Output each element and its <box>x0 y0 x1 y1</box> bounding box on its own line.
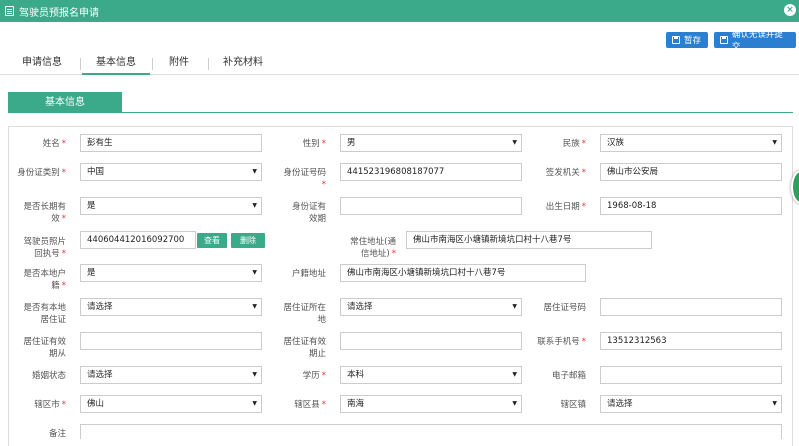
longterm-select[interactable]: 是 <box>80 197 262 215</box>
resfrom-field[interactable] <box>80 332 262 350</box>
localhukou-select[interactable]: 是 <box>80 264 262 282</box>
receipt-label-line2: 回执号 * <box>34 249 66 259</box>
save-draft-label: 暂存 <box>684 36 702 46</box>
issuer-field[interactable]: 佛山市公安局 <box>600 163 782 181</box>
form-icon <box>5 6 14 16</box>
phone-label: 联系手机号 * <box>537 337 586 347</box>
marital-select[interactable]: 请选择 <box>80 366 262 384</box>
idno-required: * <box>321 180 326 190</box>
resto-label: 居住证有效 <box>283 337 326 347</box>
idvalid-label-line2: 效期 <box>308 214 326 224</box>
submit-button[interactable]: 确认无误并提交 <box>714 30 796 52</box>
name-field[interactable]: 彭有生 <box>80 134 262 152</box>
close-icon[interactable]: × <box>784 4 796 16</box>
localres-select[interactable]: 请选择 <box>80 298 262 316</box>
city-label: 辖区市 * <box>34 400 66 410</box>
localhukou-label-line2: 籍 * <box>51 281 66 291</box>
addr-field[interactable]: 佛山市南海区小塘镇新境坑口村十八巷7号 <box>406 231 652 249</box>
ethnic-label: 民族 * <box>562 139 586 149</box>
resno-label: 居住证号码 <box>543 303 586 313</box>
ethnic-select[interactable]: 汉族 <box>600 134 782 152</box>
birth-label: 出生日期 * <box>545 202 586 212</box>
gender-select[interactable]: 男 <box>340 134 522 152</box>
longterm-label: 是否长期有 <box>23 202 66 212</box>
save-icon <box>672 36 680 44</box>
county-label: 辖区县 * <box>294 400 326 410</box>
idtype-label: 身份证类别 * <box>17 168 66 178</box>
resplace-label: 居住证所在 <box>283 303 326 313</box>
save-draft-button[interactable]: 暂存 <box>666 32 708 48</box>
town-select[interactable]: 请选择 <box>600 395 782 413</box>
window-titlebar: 驾驶员预报名申请 × <box>0 0 799 22</box>
edu-label: 学历 * <box>302 371 326 381</box>
note-label: 备注 <box>48 429 66 439</box>
addr-label: 常住地址(通 <box>350 237 396 247</box>
section-title: 基本信息 <box>8 92 122 113</box>
note-field[interactable] <box>80 424 782 439</box>
idno-label: 身份证号码 <box>283 168 326 178</box>
resplace-select[interactable]: 请选择 <box>340 298 522 316</box>
hukouaddr-field[interactable]: 佛山市南海区小塘镇新境坑口村十八巷7号 <box>340 264 586 282</box>
resplace-label-line2: 地 <box>317 315 326 325</box>
tab-divider <box>152 58 153 70</box>
town-label: 辖区镇 <box>560 400 586 410</box>
tab-divider <box>80 58 81 70</box>
county-select[interactable]: 南海 <box>340 395 522 413</box>
view-button[interactable]: 查看 <box>197 233 227 248</box>
longterm-label-line2: 效 * <box>51 214 66 224</box>
localres-label: 是否有本地 <box>23 303 66 313</box>
window-title: 驾驶员预报名申请 <box>19 7 99 19</box>
resfrom-label-line2: 期从 <box>48 349 66 359</box>
localhukou-label: 是否本地户 <box>23 269 66 279</box>
idno-field[interactable]: 441523196808187077 <box>340 163 522 181</box>
edu-select[interactable]: 本科 <box>340 366 522 384</box>
resno-field[interactable] <box>600 298 782 316</box>
receipt-field[interactable]: 440604412016092700 <box>80 231 196 249</box>
idtype-select[interactable]: 中国 <box>80 163 262 181</box>
localres-label-line2: 居住证 <box>40 315 66 325</box>
tab-bar: 申请信息 基本信息 附件 补充材料 <box>0 53 799 75</box>
resfrom-label: 居住证有效 <box>23 337 66 347</box>
marital-label: 婚姻状态 <box>31 371 66 381</box>
email-label: 电子邮箱 <box>551 371 586 381</box>
phone-field[interactable]: 13512312563 <box>600 332 782 350</box>
birth-field[interactable]: 1968-08-18 <box>600 197 782 215</box>
tab-divider <box>208 58 209 70</box>
receipt-label: 驾驶员照片 <box>23 237 66 247</box>
section-header: 基本信息 <box>8 92 793 113</box>
name-label: 姓名 * <box>42 139 66 149</box>
resto-label-line2: 期止 <box>308 349 326 359</box>
save-icon <box>720 36 728 44</box>
tab-supplementary[interactable]: 补充材料 <box>212 53 274 75</box>
delete-button[interactable]: 删除 <box>231 233 265 248</box>
tab-basic-info[interactable]: 基本信息 <box>82 53 150 75</box>
hukouaddr-label: 户籍地址 <box>291 269 326 279</box>
addr-label-line2: 信地址) * <box>360 249 396 259</box>
idvalid-label: 身份证有 <box>291 202 326 212</box>
tab-application-info[interactable]: 申请信息 <box>10 53 74 75</box>
submit-label: 确认无误并提交 <box>731 30 783 52</box>
city-select[interactable]: 佛山 <box>80 395 262 413</box>
idvalid-field[interactable] <box>340 197 522 215</box>
resto-field[interactable] <box>340 332 522 350</box>
tab-attachments[interactable]: 附件 <box>155 53 203 75</box>
gender-label: 性别 * <box>302 139 326 149</box>
issuer-label: 签发机关 * <box>545 168 586 178</box>
email-field[interactable] <box>600 366 782 384</box>
